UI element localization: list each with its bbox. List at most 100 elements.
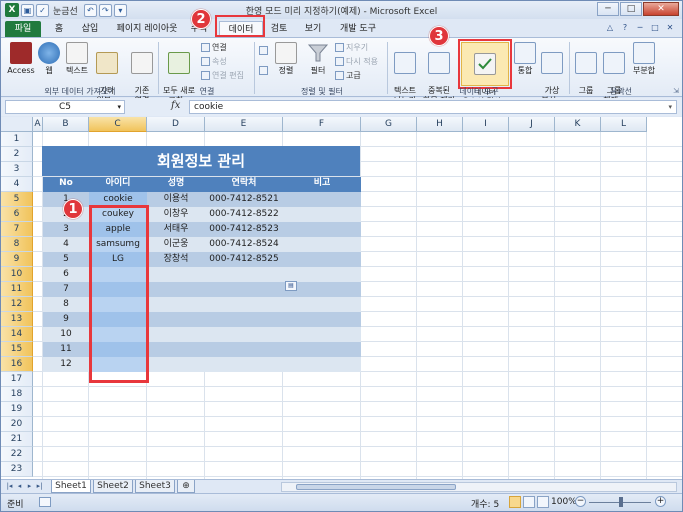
table-cell[interactable]: 12 bbox=[43, 357, 89, 372]
table-cell[interactable] bbox=[283, 252, 361, 267]
table-cell[interactable] bbox=[205, 357, 283, 372]
paste-options-icon[interactable]: ▤ bbox=[285, 281, 297, 291]
zoom-slider-thumb[interactable] bbox=[619, 497, 623, 507]
column-header-l[interactable]: L bbox=[601, 117, 647, 132]
row-header-4[interactable]: 4 bbox=[1, 177, 33, 192]
wb-restore-icon[interactable]: □ bbox=[649, 22, 661, 34]
table-cell[interactable]: 이창우 bbox=[147, 207, 205, 222]
first-sheet-icon[interactable]: |◂ bbox=[5, 481, 14, 492]
sort-button[interactable]: 정렬 bbox=[273, 42, 299, 76]
row-header-7[interactable]: 7 bbox=[1, 222, 33, 237]
column-header-c[interactable]: C bbox=[89, 117, 147, 132]
table-cell[interactable] bbox=[147, 267, 205, 282]
last-sheet-icon[interactable]: ▸| bbox=[35, 481, 44, 492]
table-cell[interactable]: 이용석 bbox=[147, 192, 205, 207]
table-cell[interactable] bbox=[205, 312, 283, 327]
reapply-button[interactable]: 다시 적용 bbox=[335, 56, 378, 67]
tab-developer[interactable]: 개발 도구 bbox=[335, 21, 381, 37]
row-header-14[interactable]: 14 bbox=[1, 327, 33, 342]
tab-page-layout[interactable]: 페이지 레이아웃 bbox=[111, 21, 183, 37]
name-box-dropdown-icon[interactable]: ▾ bbox=[117, 101, 121, 113]
row-header-10[interactable]: 10 bbox=[1, 267, 33, 282]
column-header-d[interactable]: D bbox=[147, 117, 205, 132]
row-header-6[interactable]: 6 bbox=[1, 207, 33, 222]
prev-sheet-icon[interactable]: ◂ bbox=[15, 481, 24, 492]
row-header-17[interactable]: 17 bbox=[1, 372, 33, 387]
normal-view-button[interactable] bbox=[509, 496, 521, 508]
row-header-13[interactable]: 13 bbox=[1, 312, 33, 327]
table-cell[interactable]: 6 bbox=[43, 267, 89, 282]
table-cell[interactable] bbox=[283, 192, 361, 207]
row-header-8[interactable]: 8 bbox=[1, 237, 33, 252]
worksheet-grid[interactable]: ABCDEFGHIJKL 1 2 3 4 5 6 7 8 9 10 11 12 13 14 15 16 17 18… bbox=[1, 117, 682, 479]
tab-insert[interactable]: 삽입 bbox=[77, 21, 103, 37]
row-header-18[interactable]: 18 bbox=[1, 387, 33, 402]
row-header-12[interactable]: 12 bbox=[1, 297, 33, 312]
table-cell[interactable] bbox=[147, 312, 205, 327]
row-header-15[interactable]: 15 bbox=[1, 342, 33, 357]
table-cell[interactable] bbox=[283, 357, 361, 372]
table-cell[interactable] bbox=[205, 297, 283, 312]
sort-za-button[interactable] bbox=[259, 66, 268, 75]
consolidate-button[interactable]: 통합 bbox=[513, 42, 537, 76]
table-cell[interactable]: 000-7412-8524 bbox=[205, 237, 283, 252]
wb-minimize-icon[interactable]: ─ bbox=[634, 22, 646, 34]
table-cell[interactable] bbox=[147, 342, 205, 357]
row-header-23[interactable]: 23 bbox=[1, 462, 33, 477]
table-cell[interactable] bbox=[283, 237, 361, 252]
row-header-5[interactable]: 5 bbox=[1, 192, 33, 207]
connections-button[interactable]: 연결 bbox=[201, 42, 227, 53]
next-sheet-icon[interactable]: ▸ bbox=[25, 481, 34, 492]
table-header-cell[interactable]: 아이디 bbox=[89, 177, 147, 192]
properties-button[interactable]: 속성 bbox=[201, 56, 227, 67]
clear-filter-button[interactable]: 지우기 bbox=[335, 42, 368, 53]
formula-input[interactable]: cookie ▾ bbox=[189, 100, 677, 114]
table-cell[interactable] bbox=[205, 282, 283, 297]
table-cell[interactable]: 9 bbox=[43, 312, 89, 327]
table-cell[interactable] bbox=[283, 297, 361, 312]
row-header-20[interactable]: 20 bbox=[1, 417, 33, 432]
web-button[interactable]: 웹 bbox=[37, 42, 61, 76]
maximize-button[interactable]: □ bbox=[620, 2, 642, 16]
table-cell[interactable] bbox=[205, 342, 283, 357]
table-cell[interactable] bbox=[147, 327, 205, 342]
table-cell[interactable]: 000-7412-8522 bbox=[205, 207, 283, 222]
outline-launcher-icon[interactable]: ⇲ bbox=[673, 87, 679, 95]
row-header-1[interactable]: 1 bbox=[1, 132, 33, 147]
table-cell[interactable]: 4 bbox=[43, 237, 89, 252]
table-cell[interactable] bbox=[283, 327, 361, 342]
column-header-b[interactable]: B bbox=[43, 117, 89, 132]
table-cell[interactable] bbox=[283, 312, 361, 327]
row-header-22[interactable]: 22 bbox=[1, 447, 33, 462]
insert-sheet-icon[interactable]: ⊕ bbox=[177, 480, 195, 493]
column-header-k[interactable]: K bbox=[555, 117, 601, 132]
tab-review[interactable]: 검토 bbox=[267, 21, 291, 37]
row-header-9[interactable]: 9 bbox=[1, 252, 33, 267]
expand-formula-icon[interactable]: ▾ bbox=[668, 101, 672, 113]
table-cell[interactable]: 10 bbox=[43, 327, 89, 342]
sheet-tab-1[interactable]: Sheet1 bbox=[51, 480, 91, 493]
table-cell[interactable] bbox=[205, 327, 283, 342]
sheet-tab-2[interactable]: Sheet2 bbox=[93, 480, 133, 493]
table-cell[interactable]: 000-7412-8523 bbox=[205, 222, 283, 237]
page-break-view-button[interactable] bbox=[537, 496, 549, 508]
tab-home[interactable]: 홈 bbox=[49, 21, 69, 37]
name-box[interactable]: C5 ▾ bbox=[5, 100, 125, 114]
zoom-in-button[interactable]: + bbox=[655, 496, 666, 507]
table-header-cell[interactable]: 성명 bbox=[147, 177, 205, 192]
macro-record-icon[interactable] bbox=[39, 497, 51, 507]
tab-file[interactable]: 파일 bbox=[5, 21, 41, 37]
row-header-2[interactable]: 2 bbox=[1, 147, 33, 162]
table-cell[interactable]: 8 bbox=[43, 297, 89, 312]
filter-button[interactable]: 필터 bbox=[305, 42, 331, 76]
ribbon-minimize-icon[interactable]: △ bbox=[604, 22, 616, 34]
text-import-button[interactable]: 텍스트 bbox=[63, 42, 91, 76]
table-header-cell[interactable]: 비고 bbox=[283, 177, 361, 192]
edit-links-button[interactable]: 연결 편집 bbox=[201, 70, 244, 81]
row-header-11[interactable]: 11 bbox=[1, 282, 33, 297]
column-header-g[interactable]: G bbox=[361, 117, 417, 132]
table-cell[interactable]: 서태우 bbox=[147, 222, 205, 237]
close-button[interactable]: ✕ bbox=[643, 2, 679, 16]
table-cell[interactable]: 7 bbox=[43, 282, 89, 297]
subtotal-button[interactable]: 부분합 bbox=[629, 42, 659, 76]
